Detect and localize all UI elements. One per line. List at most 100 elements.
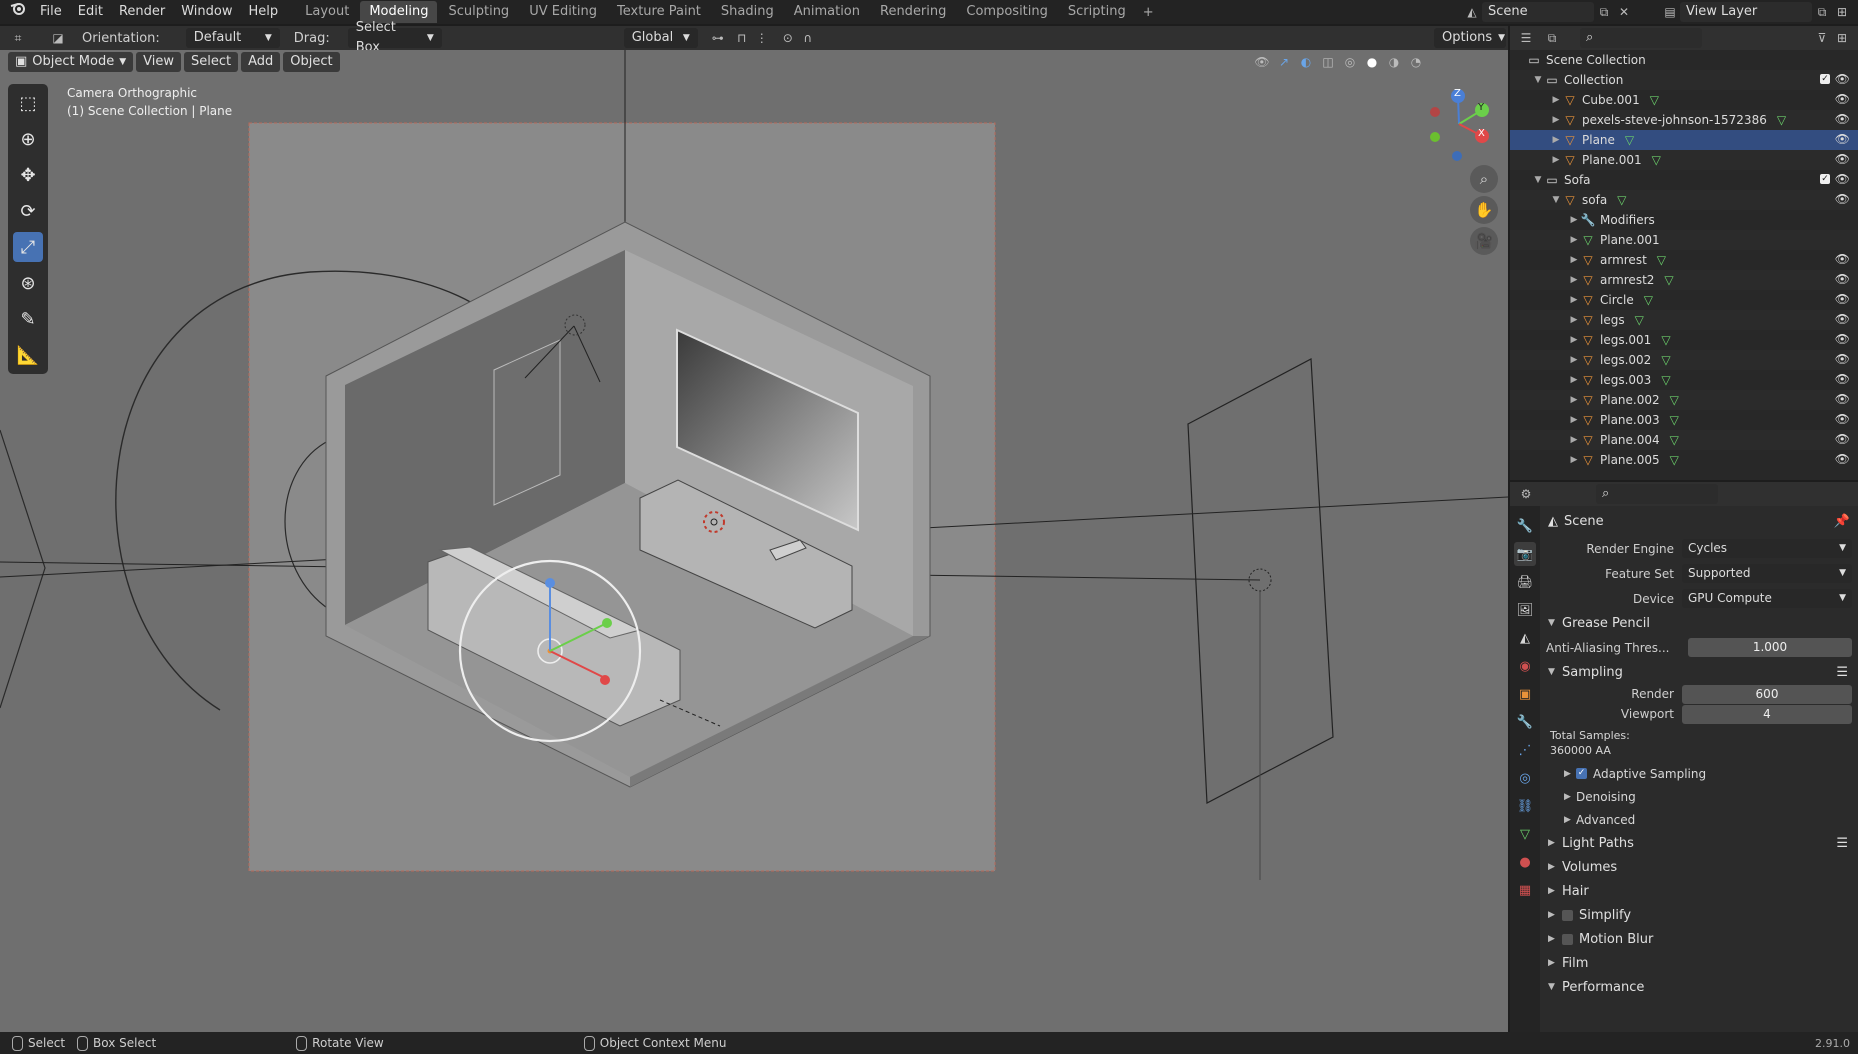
visibility-eye-icon[interactable]: 👁 [1835,252,1850,266]
motion-blur-checkbox[interactable] [1562,933,1573,945]
volumes-section[interactable]: ▶ Volumes [1540,855,1858,879]
select-box-icon[interactable]: ⬚ [13,88,43,118]
scale-icon[interactable]: ⤢ [13,232,43,262]
chevron-right-icon[interactable]: ▶ [1568,255,1580,265]
outliner-row[interactable]: ▶ ▽ Plane.002 ▽ 👁 [1510,390,1858,410]
measure-icon[interactable]: 📐 [13,340,43,370]
visibility-eye-icon[interactable]: 👁 [1835,72,1850,86]
rendered-shading-icon[interactable]: ◔ [1406,52,1426,72]
view-layer-icon[interactable]: ▤ [1660,2,1680,22]
chevron-right-icon[interactable]: ▶ [1568,395,1580,405]
solid-shading-icon[interactable]: ● [1362,52,1382,72]
mesh-data-icon[interactable]: ▽ [1670,453,1679,467]
material-shading-icon[interactable]: ◑ [1384,52,1404,72]
menu-edit[interactable]: Edit [70,0,111,24]
visibility-eye-icon[interactable]: 👁 [1835,452,1850,466]
options-dropdown[interactable]: Options ▼ [1434,28,1506,48]
chevron-right-icon[interactable]: ▶ [1550,95,1562,105]
copy-icon[interactable]: ⧉ [1594,2,1614,22]
constraints-tab-icon[interactable]: ⛓ [1514,794,1536,818]
outliner-search-input[interactable]: ⌕ [1580,28,1702,48]
object-mode-dropdown[interactable]: ▣ Object Mode ▼ [8,52,134,72]
view-layer-name-field[interactable]: View Layer [1680,2,1812,22]
tool-tab-icon[interactable]: 🔧 [1514,514,1536,538]
gizmo-icon[interactable]: ↗ [1274,52,1294,72]
tab-rendering[interactable]: Rendering [871,1,955,23]
tab-shading[interactable]: Shading [712,1,783,23]
scene-icon[interactable]: ◭ [1462,2,1482,22]
list-icon[interactable]: ☰ [1836,665,1848,680]
editor-type-icon[interactable]: ⚙ [1516,484,1536,504]
menu-select[interactable]: Select [183,52,239,72]
visibility-eye-icon[interactable]: 👁 [1835,372,1850,386]
outliner-row[interactable]: ▭ Scene Collection [1510,50,1858,70]
editor-type-icon[interactable]: ☰ [1516,28,1536,48]
grease-pencil-section[interactable]: ▼ Grease Pencil [1540,611,1858,635]
menu-help[interactable]: Help [241,0,287,24]
mesh-data-icon[interactable]: ▽ [1650,93,1659,107]
tab-layout[interactable]: Layout [296,1,358,23]
chevron-right-icon[interactable]: ▶ [1568,315,1580,325]
cursor-icon[interactable]: ⊕ [13,124,43,154]
outliner-row[interactable]: ▶ ▽ Circle ▽ 👁 [1510,290,1858,310]
outliner-row[interactable]: ▶ ▽ pexels-steve-johnson-1572386 ▽ 👁 [1510,110,1858,130]
viewport-samples-field[interactable]: 4 [1682,704,1852,724]
outliner-row[interactable]: ▶ ▽ Cube.001 ▽ 👁 [1510,90,1858,110]
navigation-gizmo[interactable]: Z Y X [1424,86,1494,162]
hair-section[interactable]: ▶ Hair [1540,879,1858,903]
visibility-eye-icon[interactable]: 👁 [1835,272,1850,286]
feature-set-dropdown[interactable]: Supported ▼ [1682,564,1852,583]
outliner-row[interactable]: ▼ ▭ Collection ✓ 👁 [1510,70,1858,90]
visibility-eye-icon[interactable]: 👁 [1835,292,1850,306]
motion-blur-section[interactable]: ▶ Motion Blur [1540,927,1858,951]
menu-object[interactable]: Object [283,52,340,72]
visibility-eye-icon[interactable]: 👁 [1835,172,1850,186]
visibility-eye-icon[interactable]: 👁 [1835,432,1850,446]
mesh-data-icon[interactable]: ▽ [1670,413,1679,427]
outliner-row[interactable]: ▶ ▽ armrest ▽ 👁 [1510,250,1858,270]
editor-type-icon[interactable]: ⌗ [8,28,28,48]
transform-orientation-dropdown[interactable]: Global ▼ [623,28,698,48]
tab-scripting[interactable]: Scripting [1059,1,1135,23]
visibility-eye-icon[interactable]: 👁 [1835,92,1850,106]
visibility-eye-icon[interactable]: 👁 [1835,112,1850,126]
mesh-data-icon[interactable]: ▽ [1661,353,1670,367]
falloff-icon[interactable]: ∩ [798,28,818,48]
outliner-row[interactable]: ▶ ▽ Plane.001 [1510,230,1858,250]
move-icon[interactable]: ✥ [13,160,43,190]
mesh-data-icon[interactable]: ▽ [1635,313,1644,327]
add-layer-icon[interactable]: ⊞ [1832,2,1852,22]
data-tab-icon[interactable]: ▽ [1514,822,1536,846]
visibility-icon[interactable]: 👁 [1252,52,1272,72]
display-mode-icon[interactable]: ⧉ [1542,28,1562,48]
scene-name-field[interactable]: Scene [1482,2,1594,22]
mesh-data-icon[interactable]: ▽ [1661,373,1670,387]
denoising-subpanel[interactable]: ▶ Denoising [1540,785,1858,808]
outliner-row[interactable]: ▶ ▽ legs ▽ 👁 [1510,310,1858,330]
list-icon[interactable]: ☰ [1836,836,1848,851]
add-workspace-button[interactable]: + [1137,5,1160,20]
chevron-right-icon[interactable]: ▶ [1568,435,1580,445]
visibility-eye-icon[interactable]: 👁 [1835,352,1850,366]
aa-threshold-field[interactable]: 1.000 [1688,638,1852,657]
visibility-eye-icon[interactable]: 👁 [1835,412,1850,426]
mesh-data-icon[interactable]: ▽ [1661,333,1670,347]
render-engine-dropdown[interactable]: Cycles ▼ [1682,539,1852,558]
device-dropdown[interactable]: GPU Compute ▼ [1682,589,1852,608]
mesh-data-icon[interactable]: ▽ [1664,273,1673,287]
chevron-right-icon[interactable]: ▶ [1568,335,1580,345]
mesh-data-icon[interactable]: ▽ [1670,393,1679,407]
chevron-right-icon[interactable]: ▶ [1568,375,1580,385]
drag-dropdown[interactable]: Select Box ▼ [347,20,442,55]
texture-tab-icon[interactable]: ▦ [1514,878,1536,902]
mesh-data-icon[interactable]: ▽ [1657,253,1666,267]
chevron-down-icon[interactable]: ▼ [1532,175,1544,185]
tab-texture-paint[interactable]: Texture Paint [608,1,710,23]
menu-view[interactable]: View [136,52,181,72]
pivot-icon[interactable]: ⊶ [708,28,728,48]
tab-animation[interactable]: Animation [785,1,869,23]
simplify-section[interactable]: ▶ Simplify [1540,903,1858,927]
chevron-right-icon[interactable]: ▶ [1550,155,1562,165]
mesh-data-icon[interactable]: ▽ [1777,113,1786,127]
chevron-right-icon[interactable]: ▶ [1550,115,1562,125]
